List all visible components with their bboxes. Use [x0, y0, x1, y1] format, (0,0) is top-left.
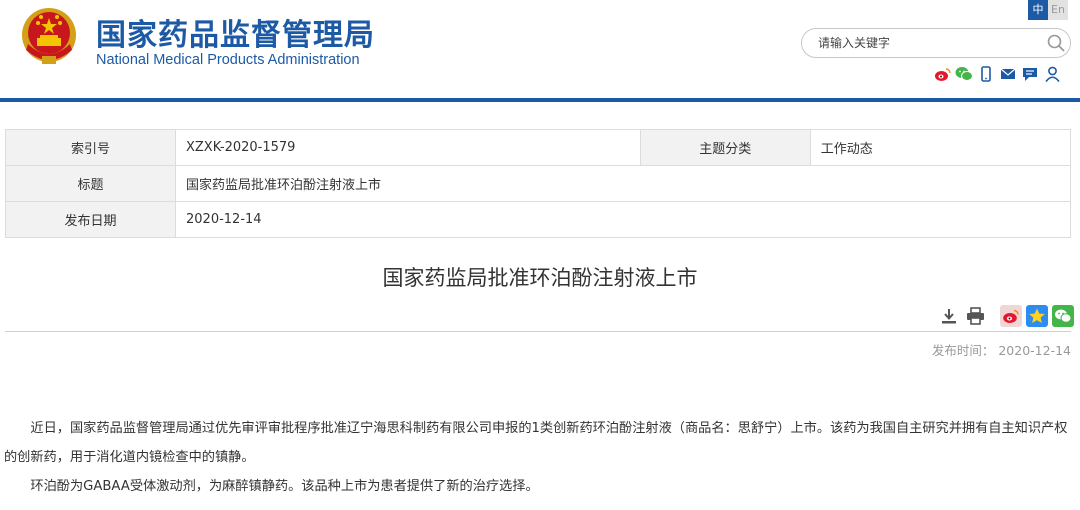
weibo-icon[interactable] [933, 65, 951, 83]
article-body: 近日，国家药品监督管理局通过优先审评审批程序批准辽宁海思科制药有限公司申报的1类… [4, 414, 1072, 501]
language-switch: 中 En [1028, 0, 1068, 20]
print-icon[interactable] [964, 305, 986, 327]
article-title: 国家药监局批准环泊酚注射液上市 [382, 266, 698, 290]
document-info-table: 索引号 XZXK-2020-1579 主题分类 工作动态 标题 国家药监局批准环… [5, 129, 1072, 238]
index-value: XZXK-2020-1579 [175, 129, 641, 166]
site-title[interactable]: 国家药品监督管理局 [96, 10, 375, 54]
lang-chinese-button[interactable]: 中 [1028, 0, 1048, 20]
search-box [801, 28, 1071, 58]
user-icon[interactable] [1043, 65, 1061, 83]
info-row-index: 索引号 XZXK-2020-1579 主题分类 工作动态 [5, 129, 1072, 166]
article-tools [938, 305, 1074, 327]
social-links [933, 65, 1061, 83]
title-label: 标题 [5, 165, 176, 202]
mobile-icon[interactable] [977, 65, 995, 83]
message-icon[interactable] [1021, 65, 1039, 83]
publish-time-value: 2020-12-14 [998, 343, 1071, 358]
info-row-title: 标题 国家药监局批准环泊酚注射液上市 [5, 165, 1071, 202]
lang-english-button[interactable]: En [1048, 0, 1068, 20]
wechat-share-icon[interactable] [1052, 305, 1074, 327]
article-paragraph: 环泊酚为GABAA受体激动剂，为麻醉镇静药。该品种上市为患者提供了新的治疗选择。 [30, 479, 539, 494]
publish-time: 发布时间： 2020-12-14 [932, 340, 1071, 359]
site-header: 国家药品监督管理局 National Medical Products Admi… [0, 0, 1080, 102]
search-icon[interactable] [1046, 33, 1066, 53]
national-emblem-logo[interactable] [20, 6, 78, 68]
mail-icon[interactable] [999, 65, 1017, 83]
wechat-icon[interactable] [955, 65, 973, 83]
info-row-date: 发布日期 2020-12-14 [5, 201, 1071, 238]
publish-time-label: 发布时间： [931, 343, 995, 358]
date-label: 发布日期 [5, 201, 176, 238]
category-label: 主题分类 [639, 129, 811, 166]
index-label: 索引号 [5, 129, 176, 166]
weibo-share-icon[interactable] [1000, 305, 1022, 327]
title-value: 国家药监局批准环泊酚注射液上市 [175, 165, 1071, 202]
category-value: 工作动态 [809, 129, 1072, 166]
search-input[interactable] [818, 33, 1038, 53]
site-title-english[interactable]: National Medical Products Administration [96, 52, 360, 68]
header-divider [0, 98, 1080, 102]
article-paragraph: 近日，国家药品监督管理局通过优先审评审批程序批准辽宁海思科制药有限公司申报的1类… [4, 421, 1068, 465]
qzone-share-icon[interactable] [1026, 305, 1048, 327]
date-value: 2020-12-14 [175, 201, 1071, 238]
article-divider [5, 331, 1071, 332]
download-icon[interactable] [938, 305, 960, 327]
